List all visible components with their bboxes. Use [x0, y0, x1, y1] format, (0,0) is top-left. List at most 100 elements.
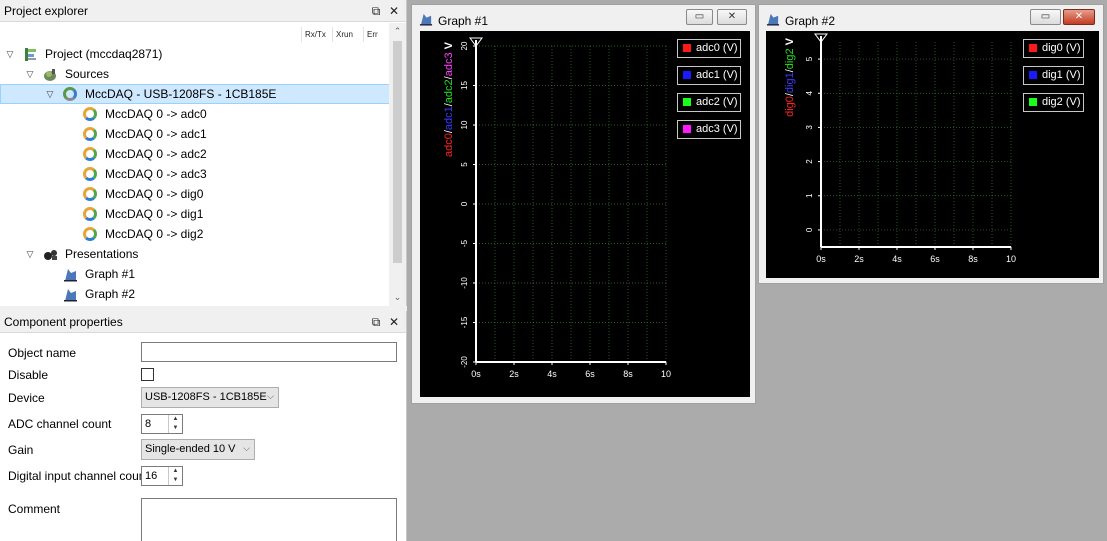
- tree-label-channel: MccDAQ 0 -> dig2: [105, 227, 204, 241]
- x-tick-label: 8s: [623, 369, 633, 379]
- restore-button[interactable]: ▭: [1030, 9, 1061, 25]
- scroll-down-icon[interactable]: ⌄: [389, 289, 406, 306]
- disable-checkbox[interactable]: [141, 368, 154, 381]
- y-tick-label: -5: [460, 239, 469, 247]
- y-tick-label: -20: [460, 356, 469, 368]
- tree-label-channel: MccDAQ 0 -> adc1: [105, 127, 207, 141]
- tree-item-graph[interactable]: Graph #1: [0, 264, 390, 284]
- graph2-window[interactable]: Graph #2 ▭ ✕ 5 4 3 2 1 0 0s 2s 4s 6s 8s 10 dig0/dig1…: [758, 4, 1104, 284]
- legend-swatch: [683, 44, 691, 52]
- legend-item[interactable]: dig2 (V): [1023, 93, 1084, 112]
- tree-item-channel[interactable]: MccDAQ 0 -> adc3: [0, 164, 390, 184]
- tree-item-channel[interactable]: MccDAQ 0 -> dig0: [0, 184, 390, 204]
- tree-item-device[interactable]: ▽ MccDAQ - USB-1208FS - 1CB185E: [0, 84, 390, 104]
- explorer-scrollbar[interactable]: ⌃ ⌄: [389, 23, 406, 306]
- digital-input-count-value: 16: [145, 470, 158, 482]
- y-tick-label: 2: [805, 159, 814, 164]
- tree-label-channel: MccDAQ 0 -> adc3: [105, 167, 207, 181]
- device-select[interactable]: USB-1208FS - 1CB185E ⌵: [141, 387, 279, 408]
- graph2-plot-area[interactable]: 5 4 3 2 1 0 0s 2s 4s 6s 8s 10 dig0/dig1/dig2 V dig0 …: [766, 31, 1099, 278]
- gain-select-value: Single-ended 10 V: [145, 443, 236, 455]
- adc-channel-count-spinbox[interactable]: 8 ▲ ▼: [141, 414, 183, 434]
- project-icon: [25, 48, 36, 61]
- y-axis-label: dig0/dig1/dig2 V: [784, 37, 796, 117]
- digital-input-count-spinbox[interactable]: 16 ▲ ▼: [141, 466, 183, 486]
- legend-label: adc0 (V): [696, 42, 738, 54]
- tree-label-project: Project (mccdaq2871): [45, 47, 163, 61]
- presentations-icon: [44, 250, 57, 260]
- project-tree: ▽ Project (mccdaq2871) ▽ Sources ▽ MccDA…: [0, 44, 390, 304]
- gain-select[interactable]: Single-ended 10 V ⌵: [141, 439, 255, 460]
- y-axis-label-unit: V: [443, 41, 455, 52]
- legend-item[interactable]: adc1 (V): [677, 66, 741, 85]
- tree-label-graph: Graph #2: [85, 287, 136, 301]
- legend-item[interactable]: dig0 (V): [1023, 39, 1084, 58]
- tree-label-channel: MccDAQ 0 -> adc0: [105, 107, 207, 121]
- x-tick-label: 0s: [816, 254, 826, 264]
- x-tick-label: 4s: [892, 254, 902, 264]
- chevron-down-icon[interactable]: ▽: [24, 244, 36, 264]
- legend-swatch: [683, 98, 691, 106]
- tree-item-channel[interactable]: MccDAQ 0 -> adc1: [0, 124, 390, 144]
- tree-item-project[interactable]: ▽ Project (mccdaq2871): [0, 44, 390, 64]
- legend-item[interactable]: adc0 (V): [677, 39, 741, 58]
- spin-arrows-icon[interactable]: ▲ ▼: [168, 467, 182, 485]
- chevron-down-icon[interactable]: ▽: [44, 84, 56, 104]
- object-name-label: Object name: [8, 346, 77, 360]
- graph1-plot-area[interactable]: 20 15 10 5 0 -5 -10 -15 -20 0s 2s 4s 6s 8s 10 adc0/adc1…: [420, 31, 750, 397]
- graph-icon: [766, 13, 780, 26]
- gain-label: Gain: [8, 443, 34, 457]
- scrollbar-thumb[interactable]: [393, 41, 402, 263]
- close-button[interactable]: ✕: [717, 9, 747, 25]
- component-properties-panel: Component properties ⧉ ✕ Object name Dis…: [0, 311, 407, 541]
- graph1-title: Graph #1: [438, 14, 489, 28]
- legend-swatch: [1029, 44, 1037, 52]
- spin-arrows-icon[interactable]: ▲ ▼: [168, 415, 182, 433]
- close-icon[interactable]: ✕: [386, 3, 402, 19]
- component-properties-title: Component properties: [4, 315, 123, 329]
- graph1-window[interactable]: Graph #1 ▭ ✕ 20 15 10 5 0 -5 -10 -15 -20 0s 2s 4s 6s…: [411, 4, 756, 404]
- y-axis-label-part: dig0: [784, 96, 796, 117]
- device-label: Device: [8, 391, 45, 405]
- tree-label-sources: Sources: [65, 67, 110, 81]
- tree-item-channel[interactable]: MccDAQ 0 -> dig2: [0, 224, 390, 244]
- comment-textarea[interactable]: [141, 498, 397, 541]
- float-icon[interactable]: ⧉: [368, 3, 384, 19]
- legend-item[interactable]: adc2 (V): [677, 93, 741, 112]
- chevron-down-icon[interactable]: ▽: [4, 44, 16, 64]
- graph2-title-bar[interactable]: Graph #2 ▭ ✕: [759, 5, 1103, 31]
- graph-icon: [64, 269, 77, 282]
- legend-swatch: [1029, 98, 1037, 106]
- column-header-xrun[interactable]: Xrun: [332, 27, 363, 42]
- restore-button[interactable]: ▭: [686, 9, 713, 25]
- x-tick-label: 2s: [509, 369, 519, 379]
- legend-label: dig2 (V): [1042, 96, 1081, 108]
- graph1-title-bar[interactable]: Graph #1 ▭ ✕: [412, 5, 755, 31]
- y-tick-label: -10: [460, 277, 469, 289]
- chevron-down-icon: ⌵: [243, 443, 250, 453]
- tree-item-channel[interactable]: MccDAQ 0 -> adc0: [0, 104, 390, 124]
- y-tick-label: 20: [460, 41, 469, 50]
- legend-item[interactable]: adc3 (V): [677, 120, 741, 139]
- tree-item-channel[interactable]: MccDAQ 0 -> adc2: [0, 144, 390, 164]
- close-button[interactable]: ✕: [1063, 9, 1095, 25]
- tree-item-sources[interactable]: ▽ Sources: [0, 64, 390, 84]
- scroll-up-icon[interactable]: ⌃: [389, 23, 406, 40]
- column-header-rxtx[interactable]: Rx/Tx: [301, 27, 332, 42]
- device-select-value: USB-1208FS - 1CB185E: [145, 391, 267, 403]
- column-headers: Rx/Tx Xrun Err: [301, 27, 394, 42]
- y-tick-label: 10: [460, 120, 469, 129]
- chevron-down-icon[interactable]: ▽: [24, 64, 36, 84]
- channel-icon: [83, 147, 97, 161]
- close-icon[interactable]: ✕: [386, 314, 402, 330]
- tree-item-graph[interactable]: Graph #2: [0, 284, 390, 304]
- tree-item-presentations[interactable]: ▽ Presentations: [0, 244, 390, 264]
- object-name-input[interactable]: [141, 342, 397, 362]
- float-icon[interactable]: ⧉: [368, 314, 384, 330]
- y-tick-label: -15: [460, 316, 469, 328]
- x-tick-label: 6s: [930, 254, 940, 264]
- x-tick-label: 10: [661, 369, 671, 379]
- device-icon: [63, 87, 77, 101]
- legend-item[interactable]: dig1 (V): [1023, 66, 1084, 85]
- tree-item-channel[interactable]: MccDAQ 0 -> dig1: [0, 204, 390, 224]
